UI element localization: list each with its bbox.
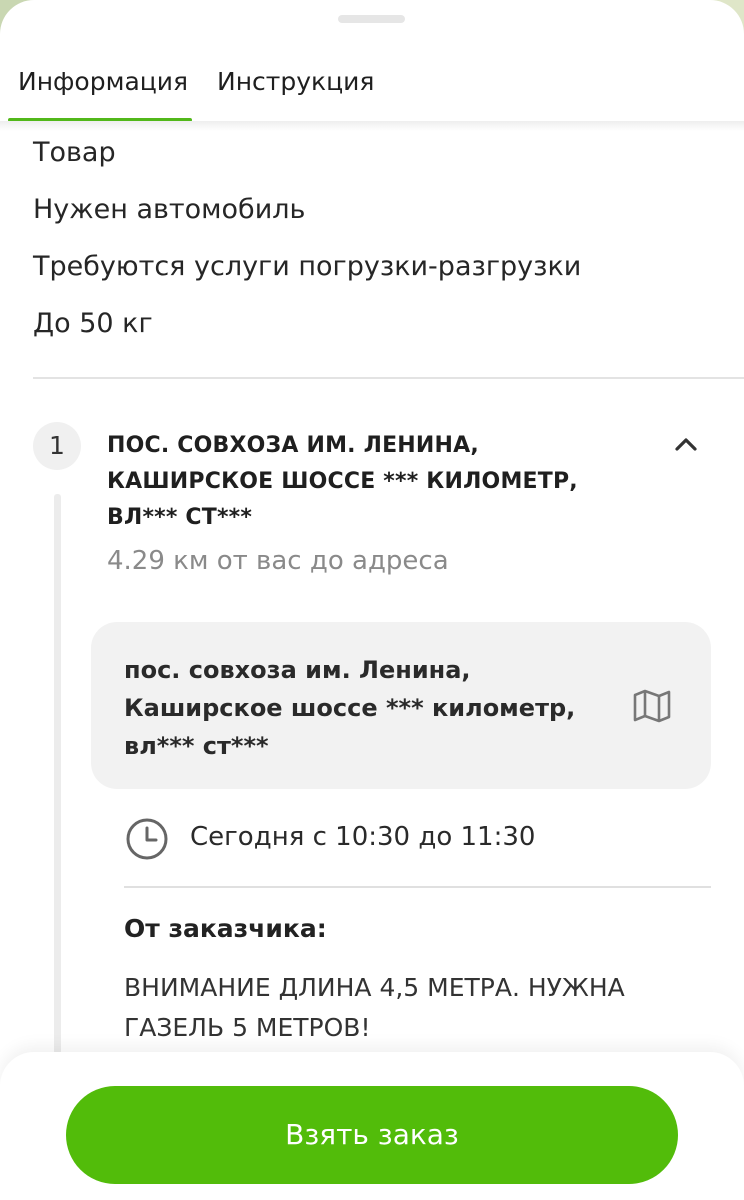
from-customer-label: От заказчика: — [124, 914, 327, 943]
section-divider — [33, 377, 744, 379]
info-vehicle-needed: Нужен автомобиль — [33, 194, 306, 225]
chevron-up-icon[interactable] — [672, 432, 700, 456]
address-card-text: пос. совхоза им. Ленина, Каширское шоссе… — [124, 656, 576, 760]
tabs-divider — [0, 121, 744, 131]
order-bottom-sheet: Информация Инструкция Товар Нужен автомо… — [0, 0, 744, 1200]
info-loading-services: Требуются услуги погрузки-разгрузки — [33, 251, 582, 282]
info-weight: До 50 кг — [33, 308, 153, 339]
customer-comment: ВНИМАНИЕ ДЛИНА 4,5 МЕТРА. НУЖНА ГАЗЕЛЬ 5… — [124, 973, 625, 1042]
route-timeline — [54, 494, 61, 1054]
map-icon[interactable] — [632, 688, 672, 724]
sheet-drag-handle[interactable] — [338, 15, 405, 23]
delivery-time-window: Сегодня с 10:30 до 11:30 — [190, 822, 536, 852]
take-order-button[interactable]: Взять заказ — [66, 1086, 678, 1184]
route-step-number: 1 — [49, 431, 65, 460]
tab-instruction[interactable]: Инструкция — [217, 67, 374, 96]
route-address-title: ПОС. СОВХОЗА ИМ. ЛЕНИНА, КАШИРСКОЕ ШОССЕ… — [107, 433, 578, 530]
route-step-badge: 1 — [33, 422, 81, 470]
address-card[interactable]: пос. совхоза им. Ленина, Каширское шоссе… — [91, 622, 711, 789]
clock-icon — [126, 818, 168, 860]
time-divider — [124, 886, 711, 888]
tab-bar: Информация Инструкция — [0, 55, 744, 123]
tab-information[interactable]: Информация — [18, 67, 188, 96]
info-cargo-type: Товар — [33, 137, 116, 168]
distance-to-address: 4.29 км от вас до адреса — [107, 546, 449, 576]
